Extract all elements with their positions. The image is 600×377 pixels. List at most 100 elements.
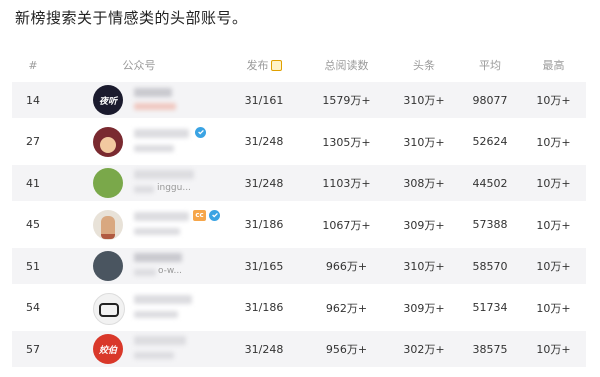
headline-cell: 310万+ [403, 260, 445, 273]
account-cell[interactable] [54, 290, 224, 326]
intro-text: 新榜搜索关于情感类的头部账号。 [15, 9, 248, 27]
published-cell: 31/248 [244, 176, 284, 190]
total-reads-cell: 962万+ [325, 301, 368, 315]
avatar[interactable] [93, 168, 123, 198]
redacted-id-prefix [134, 269, 156, 276]
account-cell[interactable]: inggu... [54, 165, 224, 201]
published-cell: 31/248 [244, 135, 284, 148]
total-reads-cell: 1305万+ [322, 135, 371, 149]
redacted-id-prefix [134, 186, 154, 193]
header-total-reads[interactable]: 总阅读数 [304, 57, 389, 73]
redacted-id [134, 352, 174, 359]
table-row[interactable]: 41 inggu... 31/248 1103万+ 308万+ 44502 10… [12, 165, 586, 201]
average-cell: 57388 [472, 218, 508, 231]
average-cell: 38575 [472, 342, 508, 356]
redacted-name [134, 211, 189, 221]
average-cell: 51734 [472, 301, 508, 314]
account-cell[interactable]: 姣伯 [54, 331, 224, 367]
rank-cell: 41 [26, 176, 40, 190]
average-cell: 44502 [472, 176, 508, 190]
header-average[interactable]: 平均 [459, 57, 521, 73]
header-published[interactable]: 发布 [224, 57, 304, 73]
redacted-id [134, 310, 178, 318]
rank-cell: 45 [26, 218, 40, 231]
total-reads-cell: 1067万+ [322, 218, 371, 232]
average-cell: 58570 [472, 259, 508, 273]
face-shape [100, 136, 116, 153]
published-cell: 31/186 [244, 301, 284, 314]
header-account-label: 公众号 [122, 59, 156, 72]
redacted-id [134, 103, 176, 110]
face-shape [101, 216, 115, 239]
published-cell: 31/165 [244, 259, 284, 273]
avatar[interactable]: 姣伯 [93, 334, 123, 364]
partial-id: o-w... [158, 266, 183, 276]
partial-id: inggu... [157, 183, 191, 193]
avatar[interactable] [93, 209, 123, 240]
table-row[interactable]: 57 姣伯 31/248 956万+ 302万+ 38575 10万+ [12, 331, 586, 367]
redacted-name [134, 294, 192, 304]
redacted-id [134, 144, 174, 152]
max-cell: 10万+ [536, 218, 571, 232]
table-row[interactable]: 51 o-w... 31/165 966万+ 310万+ 58570 10万+ [12, 248, 586, 284]
rank-cell: 27 [26, 135, 40, 148]
avatar[interactable] [93, 292, 125, 325]
account-cell[interactable] [54, 124, 224, 160]
header-published-label: 发布 [246, 59, 269, 72]
table-row[interactable]: 27 31/248 1305万+ 310万+ 52624 10万+ [12, 124, 586, 160]
total-reads-cell: 1579万+ [322, 94, 371, 107]
max-cell: 10万+ [536, 94, 571, 107]
ranking-table: # 公众号 发布 总阅读数 头条 平均 最高 14 夜听 31/161 1579… [12, 48, 586, 373]
avatar[interactable] [93, 251, 123, 281]
account-cell[interactable]: o-w... [54, 248, 224, 284]
redacted-name [134, 253, 182, 262]
rank-cell: 51 [26, 259, 40, 273]
headline-cell: 310万+ [403, 135, 445, 149]
redacted-name [134, 128, 189, 138]
headline-cell: 308万+ [403, 177, 445, 190]
header-headline[interactable]: 头条 [389, 57, 459, 73]
max-cell: 10万+ [536, 301, 571, 315]
table-header: # 公众号 发布 总阅读数 头条 平均 最高 [12, 48, 586, 82]
published-cell: 31/161 [244, 93, 284, 107]
avatar-logo-text: 夜听 [98, 96, 117, 107]
original-badge-icon: cc [193, 209, 206, 221]
published-cell: 31/248 [244, 342, 284, 356]
avatar[interactable]: 夜听 [93, 85, 123, 115]
rank-cell: 14 [26, 93, 40, 107]
header-max[interactable]: 最高 [521, 57, 586, 73]
glasses-shape [99, 302, 119, 317]
table-row[interactable]: 54 31/186 962万+ 309万+ 51734 10万+ [12, 290, 586, 326]
rank-cell: 54 [26, 301, 40, 314]
redacted-name [134, 88, 172, 97]
avatar-logo-text: 姣伯 [98, 345, 117, 356]
total-reads-cell: 966万+ [325, 260, 368, 273]
max-cell: 10万+ [536, 177, 571, 190]
redacted-name [134, 336, 186, 345]
table-row[interactable]: 45 cc 31/186 1067万+ 309万+ 57388 10万+ [12, 207, 586, 243]
check-badge-icon [195, 126, 206, 138]
average-cell: 98077 [472, 93, 508, 107]
check-badge-icon [209, 209, 220, 221]
headline-cell: 302万+ [403, 343, 445, 356]
redacted-name [134, 170, 194, 179]
rank-cell: 57 [26, 342, 40, 356]
redacted-id [134, 227, 180, 235]
account-cell[interactable]: 夜听 [54, 82, 224, 118]
table-row[interactable]: 14 夜听 31/161 1579万+ 310万+ 98077 10万+ [12, 82, 586, 118]
headline-cell: 310万+ [403, 94, 445, 107]
max-cell: 10万+ [536, 135, 571, 149]
total-reads-cell: 1103万+ [322, 177, 371, 190]
cookie-icon [270, 59, 282, 71]
headline-cell: 309万+ [403, 218, 445, 232]
account-cell[interactable]: cc [54, 207, 224, 243]
total-reads-cell: 956万+ [325, 343, 368, 356]
header-rank[interactable]: # [12, 59, 54, 72]
published-cell: 31/186 [244, 218, 284, 231]
max-cell: 10万+ [536, 343, 571, 356]
avatar[interactable] [93, 126, 123, 157]
header-account[interactable]: 公众号 [54, 48, 224, 82]
max-cell: 10万+ [536, 260, 571, 273]
headline-cell: 309万+ [403, 301, 445, 315]
average-cell: 52624 [472, 135, 508, 148]
